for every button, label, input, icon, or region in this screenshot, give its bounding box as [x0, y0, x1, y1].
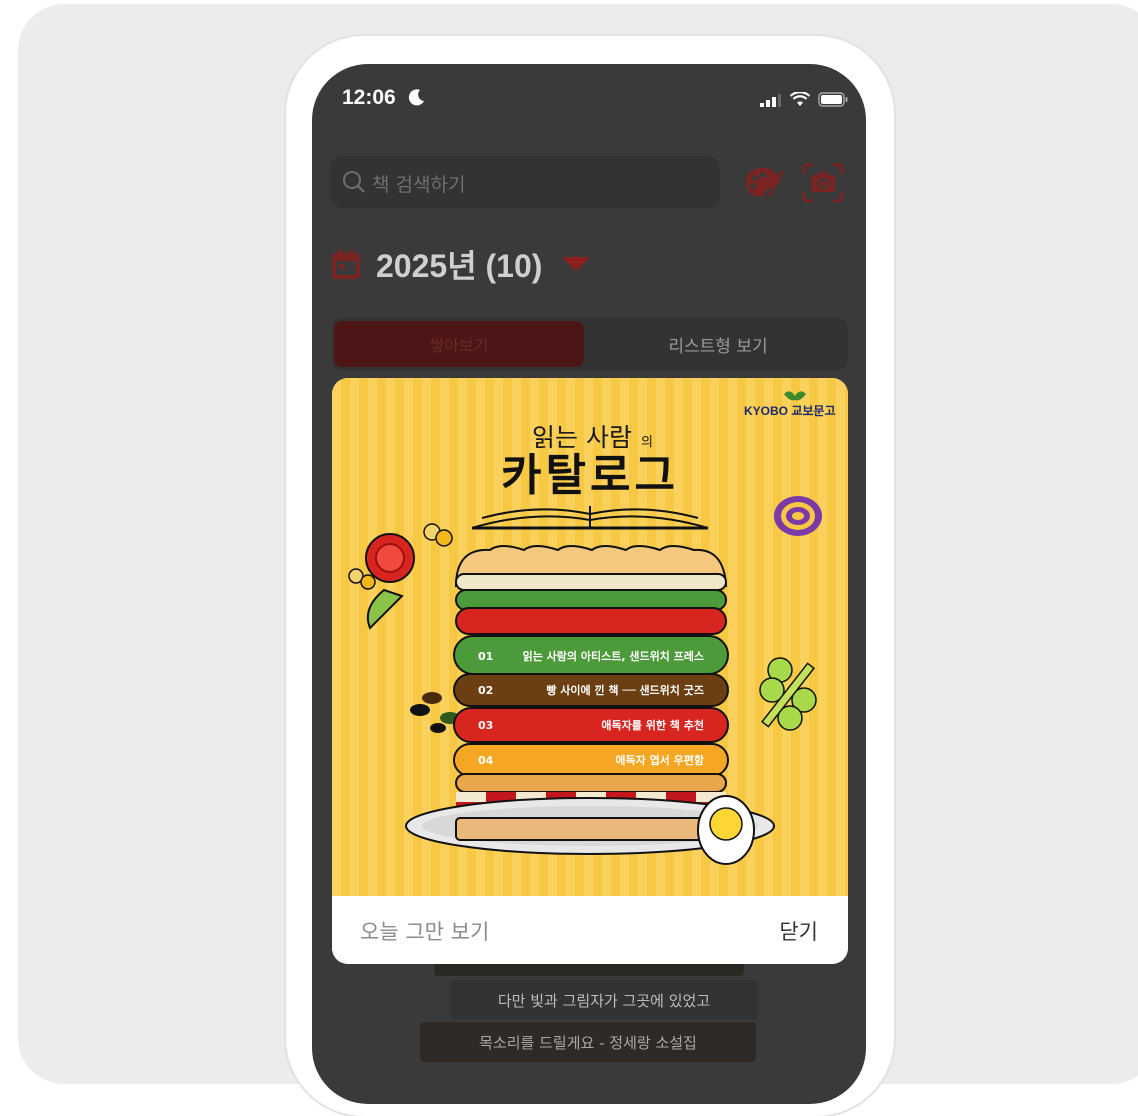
layer-2-text: 빵 사이에 낀 책 ── 샌드위치 굿즈 — [546, 683, 704, 697]
camera-icon[interactable] — [800, 162, 846, 204]
search-icon — [343, 171, 365, 193]
layer-4-number: 04 — [478, 754, 494, 767]
search-bar[interactable]: 책 검색하기 — [330, 156, 720, 208]
year-selector[interactable]: 2025년 (10) — [330, 242, 590, 286]
view-toggle: 쌓아보기 리스트형 보기 — [332, 318, 848, 370]
battery-icon — [818, 92, 848, 107]
headline-top: 읽는 사람 — [532, 423, 632, 452]
promo-popup: KYOBO 교보문고 읽는 사람 의 카탈로그 01 읽는 사람의 아티스트, … — [332, 378, 848, 964]
tab-list-view[interactable]: 리스트형 보기 — [590, 321, 846, 367]
brand-text: KYOBO 교보문고 — [744, 404, 836, 418]
layer-3-text: 애독자를 위한 책 추천 — [601, 718, 704, 732]
tab-stack-view[interactable]: 쌓아보기 — [334, 321, 584, 367]
calendar-icon — [332, 249, 360, 279]
popup-footer: 오늘 그만 보기 닫기 — [332, 896, 848, 964]
moon-icon — [408, 89, 424, 106]
onion-illustration — [774, 496, 822, 536]
layer-1-number: 01 — [478, 650, 493, 663]
promo-banner[interactable]: KYOBO 교보문고 읽는 사람 의 카탈로그 01 읽는 사람의 아티스트, … — [332, 378, 848, 896]
signal-icon — [760, 93, 781, 107]
headline-suffix: 의 — [641, 435, 653, 450]
palette-icon[interactable] — [742, 164, 786, 204]
layer-3-number: 03 — [478, 719, 493, 732]
headline-main: 카탈로그 — [501, 450, 679, 501]
layer-4-text: 애독자 엽서 우편함 — [615, 753, 704, 767]
close-button[interactable]: 닫기 — [779, 916, 818, 946]
search-placeholder: 책 검색하기 — [372, 174, 466, 196]
wifi-icon — [790, 92, 810, 106]
status-icons — [760, 92, 848, 107]
layer-2-number: 02 — [478, 684, 493, 697]
status-time: 12:06 — [342, 86, 396, 109]
status-bar: 12:06 — [312, 64, 866, 134]
chevron-down-icon — [563, 257, 590, 271]
book-spine[interactable]: 목소리를 드릴게요 - 정세랑 소설집 — [420, 1022, 756, 1062]
layer-1-text: 읽는 사람의 아티스트, 샌드위치 프레스 — [523, 649, 704, 663]
dont-show-today-button[interactable]: 오늘 그만 보기 — [360, 916, 489, 946]
book-spine[interactable]: 다만 빛과 그림자가 그곳에 있었고 — [450, 980, 758, 1020]
year-label: 2025년 (10) — [376, 248, 543, 284]
